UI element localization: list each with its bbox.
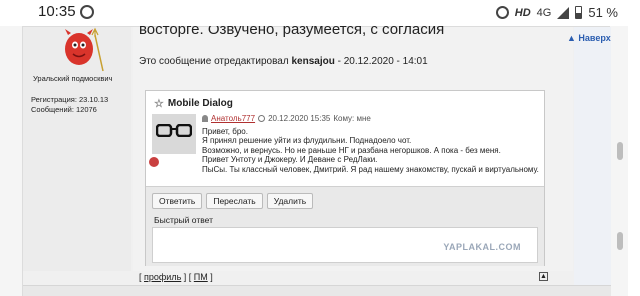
- sender-avatar: [152, 114, 196, 154]
- post-footer-links: [ профиль ] [ ПМ ]: [139, 272, 213, 282]
- watermark: YAPLAKAL.COM: [443, 242, 521, 252]
- author-column: Уральский подмосквич Регистрация: 23.10.…: [23, 27, 131, 271]
- scroll-to-top-link[interactable]: ▲ Наверх: [567, 33, 611, 43]
- author-stats: Регистрация: 23.10.13 Сообщений: 12076: [31, 95, 108, 115]
- status-bar: 10:35 HD 4G 51 %: [0, 0, 640, 26]
- message-line: Привет, бро.: [202, 126, 248, 136]
- alarm-icon: [495, 6, 509, 19]
- site-logo-icon: [149, 157, 159, 167]
- next-post-row: [23, 285, 611, 296]
- forum-post: Уральский подмосквич Регистрация: 23.10.…: [22, 21, 611, 296]
- quick-reply-input[interactable]: YAPLAKAL.COM: [152, 227, 538, 263]
- author-registration: Регистрация: 23.10.13: [31, 95, 109, 104]
- edit-notice: Это сообщение отредактировал kensajou - …: [139, 56, 428, 67]
- scrollbar-thumb[interactable]: [617, 142, 623, 160]
- message-date: 20.12.2020 15:35: [268, 114, 331, 123]
- author-name: Уральский подмосквич: [33, 74, 113, 83]
- pm-link[interactable]: ПМ: [194, 272, 208, 282]
- avatar[interactable]: [51, 27, 107, 73]
- dialog-title: Mobile Dialog: [167, 98, 233, 109]
- profile-link[interactable]: профиль: [144, 272, 181, 282]
- right-edge: [628, 0, 640, 296]
- message-line: Привет Унтоту и Джокеру. И Деване с РедЛ…: [202, 155, 378, 165]
- clock-icon: [258, 115, 266, 123]
- star-icon: ☆: [154, 98, 164, 110]
- message-line: Возможно, и вернусь. Но не раньше НГ и р…: [202, 145, 501, 155]
- message-line: Я принял решение уйти из флудильни. Подн…: [202, 136, 412, 146]
- message-line: ПыСы. Ты классный человек, Дмитрий. Я ра…: [202, 164, 539, 174]
- quick-reply-label: Быстрый ответ: [154, 215, 213, 225]
- message-recipient: Кому: мне: [333, 114, 371, 123]
- status-indicators: HD 4G 51 %: [495, 5, 618, 20]
- battery-level: 51 %: [588, 5, 618, 20]
- network-type-label: 4G: [536, 6, 552, 19]
- status-time: 10:35: [38, 3, 76, 20]
- network-hd-label: HD: [514, 6, 531, 19]
- scrollbar-thumb[interactable]: [617, 232, 623, 250]
- dialog-message: Анатоль777 20.12.2020 15:35 Кому: мне Пр…: [202, 114, 542, 175]
- reply-button[interactable]: Ответить: [152, 193, 203, 209]
- edit-user[interactable]: kensajou: [291, 56, 334, 67]
- action-buttons: Ответить Переслать Удалить: [152, 193, 314, 209]
- signal-icon: [557, 6, 570, 19]
- forward-button[interactable]: Переслать: [206, 193, 263, 209]
- glasses-icon: [156, 124, 192, 137]
- edit-date: - 20.12.2020 - 14:01: [337, 56, 428, 67]
- edit-prefix: Это сообщение отредактировал: [139, 56, 289, 67]
- sender-link[interactable]: Анатоль777: [211, 114, 255, 124]
- message-meta: Анатоль777 20.12.2020 15:35 Кому: мне: [202, 114, 542, 124]
- dialog-actions: Ответить Переслать Удалить Быстрый ответ…: [146, 186, 544, 266]
- dialog-title-bar: ☆ Mobile Dialog: [154, 97, 233, 110]
- battery-icon: [575, 6, 583, 19]
- delete-button[interactable]: Удалить: [266, 193, 314, 209]
- up-link-label: Наверх: [578, 33, 611, 43]
- author-message-count: Сообщений: 12076: [31, 105, 97, 114]
- arrow-up-icon[interactable]: ▲: [539, 272, 548, 281]
- side-column: [574, 27, 611, 296]
- whatsapp-icon: [80, 5, 94, 19]
- user-icon: [202, 115, 208, 123]
- mobile-dialog: ☆ Mobile Dialog Анатоль777 20.12.2020 15…: [145, 90, 545, 266]
